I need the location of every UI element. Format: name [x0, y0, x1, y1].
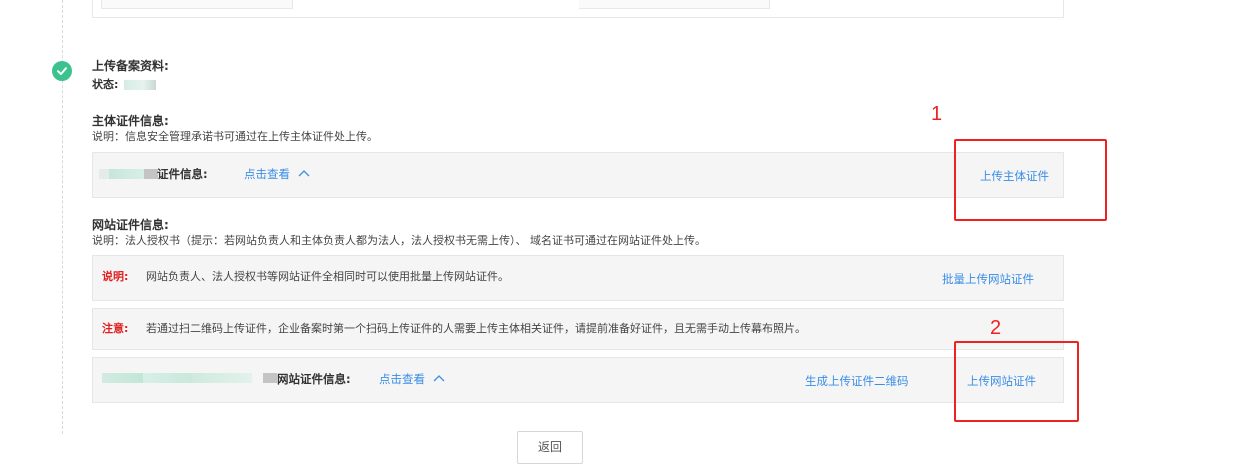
warning-label: 注意:	[102, 322, 129, 335]
previous-info-table	[92, 0, 1064, 18]
table-cell	[769, 0, 1056, 9]
subject-cert-description: 说明：信息安全管理承诺书可通过在上传主体证件处上传。	[92, 130, 378, 143]
website-cert-view-link[interactable]: 点击查看	[379, 372, 445, 386]
annotation-number-1: 1	[931, 103, 943, 125]
subject-cert-row-label: 证件信息:	[157, 167, 208, 181]
view-link-label: 点击查看	[244, 167, 290, 181]
redacted-text	[102, 373, 144, 383]
redacted-text	[144, 169, 158, 179]
table-cell	[292, 0, 579, 9]
subject-cert-panel: 证件信息: 点击查看 上传主体证件	[92, 152, 1064, 198]
section-title: 上传备案资料:	[92, 59, 169, 73]
redacted-text	[192, 373, 252, 383]
redacted-text	[143, 373, 193, 383]
website-cert-panel: 网站证件信息: 点击查看 生成上传证件二维码 上传网站证件	[92, 357, 1064, 403]
batch-upload-website-cert-link[interactable]: 批量上传网站证件	[942, 272, 1034, 286]
note-text: 网站负责人、法人授权书等网站证件全相同时可以使用批量上传网站证件。	[146, 270, 509, 283]
view-link-label: 点击查看	[379, 372, 425, 386]
redacted-text	[109, 169, 145, 179]
chevron-up-icon	[298, 170, 310, 177]
subject-cert-view-link[interactable]: 点击查看	[244, 167, 310, 181]
website-cert-description: 说明：法人授权书（提示：若网站负责人和主体负责人都为法人，法人授权书无需上传）、…	[92, 234, 706, 247]
batch-note-panel: 说明: 网站负责人、法人授权书等网站证件全相同时可以使用批量上传网站证件。 批量…	[92, 255, 1064, 301]
redacted-text	[263, 373, 277, 383]
warning-text: 若通过扫二维码上传证件，企业备案时第一个扫码上传证件的人需要上传主体相关证件，请…	[146, 322, 806, 335]
website-cert-row-label: 网站证件信息:	[277, 372, 351, 386]
back-button[interactable]: 返回	[517, 431, 583, 464]
note-label: 说明:	[102, 270, 129, 283]
table-row	[101, 0, 1056, 9]
annotation-box-2	[954, 341, 1079, 422]
subject-cert-heading: 主体证件信息:	[92, 114, 169, 128]
website-cert-heading: 网站证件信息:	[92, 218, 169, 232]
chevron-up-icon	[433, 375, 445, 382]
check-circle-icon	[52, 61, 72, 81]
annotation-number-2: 2	[990, 317, 1002, 339]
status-value-redacted	[124, 80, 156, 90]
status-label: 状态:	[92, 78, 119, 91]
annotation-box-1	[954, 139, 1107, 221]
generate-qr-code-link[interactable]: 生成上传证件二维码	[805, 374, 909, 388]
qr-note-panel: 注意: 若通过扫二维码上传证件，企业备案时第一个扫码上传证件的人需要上传主体相关…	[92, 308, 1064, 350]
